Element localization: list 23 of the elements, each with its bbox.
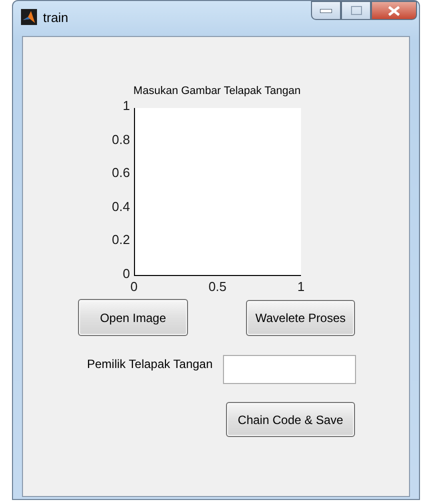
maximize-button[interactable] (341, 1, 371, 20)
x-tick-label: 0 (129, 280, 139, 294)
window-title: train (43, 10, 68, 24)
y-tick-label: 0 (122, 267, 130, 281)
push-button[interactable]: Wavelete Proses (246, 300, 355, 336)
minimize-button[interactable] (311, 1, 341, 20)
maximize-icon (350, 6, 362, 15)
y-tick-label: 0.4 (110, 200, 130, 214)
y-tick-label: 0.8 (110, 132, 130, 147)
app-logo-icon (21, 9, 37, 25)
push-button[interactable]: Chain Code & Save (226, 402, 355, 437)
axes-title: Masukan Gambar Telapak Tangan (133, 85, 301, 97)
minimize-icon (320, 8, 332, 12)
x-tick-label: 0.5 (207, 280, 228, 294)
y-tick-label: 1 (122, 99, 130, 113)
field-label: Pemilik Telapak Tangan (87, 357, 213, 371)
y-tick-label: 0.2 (110, 233, 130, 248)
x-tick-label: 1 (296, 280, 306, 294)
close-button[interactable] (371, 1, 417, 20)
push-button[interactable]: Open Image (78, 299, 188, 336)
input-field[interactable] (223, 355, 356, 384)
close-icon (388, 6, 400, 16)
y-tick-label: 0.6 (110, 166, 130, 180)
